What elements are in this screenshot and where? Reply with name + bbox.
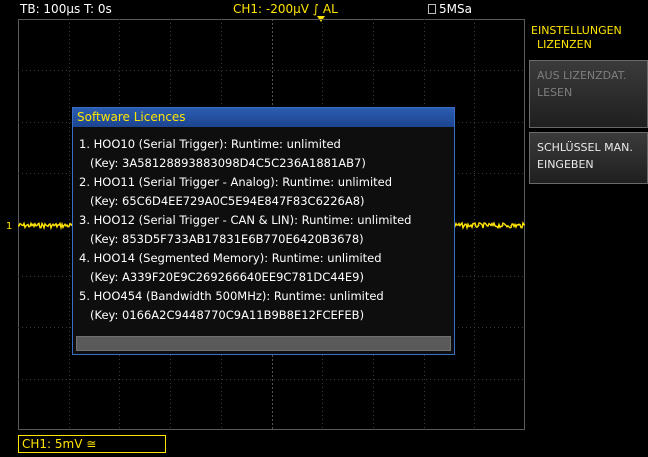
licence-name: 4. HOO14 (Segmented Memory): Runtime: un… bbox=[79, 251, 382, 265]
menu-title: EINSTELLUNGEN LIZENZEN bbox=[531, 24, 622, 52]
channel-1-label[interactable]: CH1: 5mV ≅ bbox=[18, 435, 166, 453]
licence-item: 3. HOO12 (Serial Trigger - CAN & LIN): R… bbox=[76, 211, 451, 249]
read-from-licence-file-button[interactable]: AUS LIZENZDAT. LESEN bbox=[529, 60, 648, 128]
software-licences-dialog: Software Licences 1. HOO10 (Serial Trigg… bbox=[72, 107, 455, 355]
softkey-label: EINGEBEN bbox=[537, 158, 594, 171]
enter-key-manually-button[interactable]: SCHLÜSSEL MAN. EINGEBEN bbox=[529, 132, 648, 184]
softkey-label: LESEN bbox=[537, 86, 573, 99]
licence-item: 4. HOO14 (Segmented Memory): Runtime: un… bbox=[76, 249, 451, 287]
dialog-footer-bar bbox=[76, 336, 451, 351]
dialog-title: Software Licences bbox=[73, 108, 454, 127]
licence-key: (Key: 65C6D4EE729A0C5E94E847F83C6226A8) bbox=[90, 194, 365, 208]
licence-item: 2. HOO11 (Serial Trigger - Analog): Runt… bbox=[76, 173, 451, 211]
menu-title-line: EINSTELLUNGEN bbox=[531, 24, 622, 37]
licence-name: 1. HOO10 (Serial Trigger): Runtime: unli… bbox=[79, 137, 341, 151]
licence-key: (Key: 853D5F733AB17831E6B770E6420B3678) bbox=[90, 232, 364, 246]
licence-item: 5. HOO454 (Bandwidth 500MHz): Runtime: u… bbox=[76, 287, 451, 325]
licence-list: 1. HOO10 (Serial Trigger): Runtime: unli… bbox=[76, 127, 451, 337]
licence-name: 5. HOO454 (Bandwidth 500MHz): Runtime: u… bbox=[79, 289, 384, 303]
sample-rate-readout: 5MSa bbox=[428, 2, 472, 16]
licence-key: (Key: A339F20E9C269266640EE9C781DC44E9) bbox=[90, 270, 364, 284]
softkey-label: AUS LIZENZDAT. bbox=[537, 69, 627, 82]
menu-subtitle: LIZENZEN bbox=[537, 38, 592, 51]
memory-card-icon bbox=[428, 4, 436, 14]
trigger-readout[interactable]: CH1: -200µV ∫ AL bbox=[233, 2, 338, 16]
licence-name: 2. HOO11 (Serial Trigger - Analog): Runt… bbox=[79, 175, 393, 189]
timebase-readout[interactable]: TB: 100µs T: 0s bbox=[20, 2, 112, 16]
licence-name: 3. HOO12 (Serial Trigger - CAN & LIN): R… bbox=[79, 213, 412, 227]
channel-1-marker-icon[interactable]: 1 bbox=[6, 222, 12, 232]
sample-rate-value: 5MSa bbox=[439, 2, 472, 16]
licence-key: (Key: 3A58128893883098D4C5C236A1881AB7) bbox=[90, 156, 366, 170]
softkey-label: SCHLÜSSEL MAN. bbox=[537, 141, 633, 154]
licence-item: 1. HOO10 (Serial Trigger): Runtime: unli… bbox=[76, 135, 451, 173]
licence-key: (Key: 0166A2C9448770C9A11B9B8E12FCEFEB) bbox=[90, 308, 365, 322]
status-bar: TB: 100µs T: 0s CH1: -200µV ∫ AL 5MSa bbox=[0, 0, 526, 18]
